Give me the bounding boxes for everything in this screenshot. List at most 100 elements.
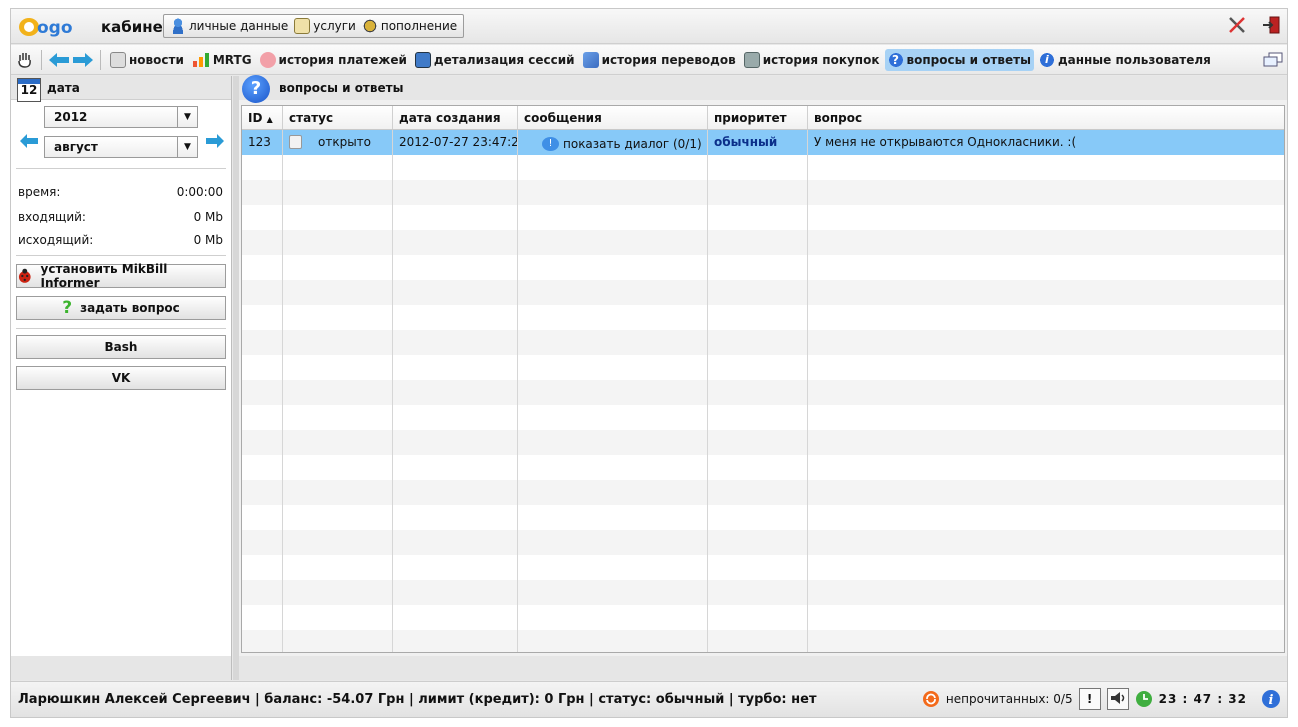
question-icon: ?	[242, 75, 270, 103]
topup-button[interactable]: пополнение	[361, 18, 457, 34]
question-icon: ?	[887, 51, 904, 68]
stat-outgoing: исходящий: 0 Mb	[18, 233, 223, 247]
hand-icon[interactable]	[15, 50, 35, 70]
alert-button[interactable]: !	[1078, 688, 1101, 710]
tab-payment-history-label: история платежей	[278, 52, 407, 67]
column-header-question[interactable]: вопрос	[808, 106, 1284, 129]
stat-value: 0:00:00	[176, 185, 223, 199]
prev-month-arrow-icon[interactable]	[19, 133, 39, 149]
tab-session-details-label: детализация сессий	[433, 52, 575, 67]
questions-table: ID ▲ статус дата создания сообщения прио…	[241, 105, 1285, 653]
exit-icon[interactable]	[1261, 15, 1281, 35]
cell-question: У меня не открываются Однокласники. :(	[814, 135, 1077, 149]
piggy-bank-icon	[259, 51, 276, 68]
empty-row	[242, 230, 1284, 255]
column-header-status[interactable]: статус	[283, 106, 393, 129]
tab-session-details[interactable]: детализация сессий	[412, 49, 578, 71]
table-header: ID ▲ статус дата создания сообщения прио…	[242, 106, 1284, 130]
info-icon[interactable]: i	[1261, 689, 1281, 709]
install-informer-button[interactable]: установить MikBill Informer	[16, 262, 226, 290]
stat-incoming: входящий: 0 Mb	[18, 210, 223, 224]
empty-row	[242, 430, 1284, 455]
year-value: 2012	[54, 110, 88, 124]
cell-messages: ! показать диалог (0/1)	[518, 130, 708, 155]
refresh-icon[interactable]	[922, 690, 940, 708]
sidebar-title: дата	[47, 80, 80, 95]
page-title: вопросы и ответы	[279, 81, 404, 95]
tab-questions-answers[interactable]: ? вопросы и ответы	[884, 48, 1034, 71]
cabinet-title: кабинет	[101, 18, 172, 36]
table-row[interactable]: 123 открыто 2012-07-27 23:47:26 ! показат…	[242, 130, 1284, 155]
settings-tools-icon[interactable]	[1227, 15, 1247, 35]
bash-button[interactable]: Bash	[16, 335, 226, 359]
cell-created: 2012-07-27 23:47:26	[393, 130, 518, 155]
bash-label: Bash	[104, 340, 138, 354]
divider	[16, 255, 226, 256]
month-select[interactable]: август ▼	[44, 136, 198, 158]
tab-transfer-history-label: история переводов	[601, 52, 736, 67]
empty-row	[242, 330, 1284, 355]
ask-question-button[interactable]: ? задать вопрос	[16, 296, 226, 320]
empty-row	[242, 280, 1284, 305]
empty-row	[242, 355, 1284, 380]
empty-row	[242, 405, 1284, 430]
stat-value: 0 Mb	[193, 233, 223, 247]
tab-payment-history[interactable]: история платежей	[257, 49, 410, 71]
money-bag-icon	[361, 18, 378, 34]
empty-rows	[242, 155, 1284, 652]
column-header-id[interactable]: ID ▲	[242, 106, 283, 129]
chevron-down-icon: ▼	[177, 137, 197, 157]
svg-text:ogo: ogo	[37, 18, 73, 38]
tab-news[interactable]: новости	[107, 49, 187, 71]
services-button[interactable]: услуги	[294, 18, 356, 34]
next-month-arrow-icon[interactable]	[205, 133, 225, 149]
stat-label: время:	[18, 185, 61, 199]
tab-purchase-history[interactable]: история покупок	[741, 49, 883, 71]
empty-row	[242, 555, 1284, 580]
status-bar: Ларюшкин Алексей Сергеевич | баланс: -54…	[11, 681, 1287, 717]
app-window: ogo кабинет личные данные услуги пополне…	[10, 8, 1288, 718]
empty-row	[242, 205, 1284, 230]
stat-label: исходящий:	[18, 233, 94, 247]
top-bar: ogo кабинет личные данные услуги пополне…	[11, 9, 1287, 44]
forward-arrow-icon[interactable]	[72, 52, 94, 68]
logo: ogo	[19, 18, 73, 38]
unread-counter: непрочитанных: 0/5	[945, 692, 1073, 706]
tab-user-data[interactable]: i данные пользователя	[1036, 49, 1214, 71]
empty-row	[242, 580, 1284, 605]
ladybug-icon	[18, 268, 31, 283]
column-header-created[interactable]: дата создания	[393, 106, 518, 129]
empty-row	[242, 380, 1284, 405]
vk-label: VK	[111, 371, 131, 385]
year-select[interactable]: 2012 ▼	[44, 106, 198, 128]
personal-data-label: личные данные	[189, 19, 289, 33]
speech-bubble-icon: !	[542, 137, 559, 151]
newspaper-icon	[110, 51, 126, 68]
sessions-icon	[414, 51, 431, 68]
column-header-messages[interactable]: сообщения	[518, 106, 708, 129]
speaker-icon	[1110, 692, 1124, 704]
tab-transfer-history[interactable]: история переводов	[580, 49, 739, 71]
sidebar: 12 дата 2012 ▼ август ▼ время: 0:00:00 в…	[11, 76, 232, 656]
lock-open-icon	[289, 134, 302, 149]
cell-id: 123	[242, 130, 283, 155]
tab-questions-answers-label: вопросы и ответы	[906, 52, 1031, 67]
stat-value: 0 Mb	[193, 210, 223, 224]
windows-icon[interactable]	[1263, 52, 1283, 68]
show-dialog-button[interactable]: ! показать диалог (0/1)	[542, 132, 702, 156]
bar-chart-icon	[192, 52, 209, 67]
personal-data-button[interactable]: личные данные	[170, 18, 288, 34]
column-header-priority[interactable]: приоритет	[708, 106, 808, 129]
tab-mrtg[interactable]: MRTG	[189, 49, 255, 71]
account-summary: Ларюшкин Алексей Сергеевич | баланс: -54…	[18, 692, 817, 707]
cell-status: открыто	[283, 130, 393, 155]
tab-purchase-history-label: история покупок	[762, 52, 880, 67]
tab-mrtg-label: MRTG	[212, 52, 252, 67]
vk-button[interactable]: VK	[16, 366, 226, 390]
main-header: ? вопросы и ответы	[239, 75, 1287, 103]
back-arrow-icon[interactable]	[48, 52, 70, 68]
empty-row	[242, 605, 1284, 630]
sound-button[interactable]	[1106, 688, 1129, 710]
main-panel: ? вопросы и ответы ID ▲ статус дата созд…	[239, 75, 1287, 680]
cash-register-icon	[743, 51, 760, 68]
